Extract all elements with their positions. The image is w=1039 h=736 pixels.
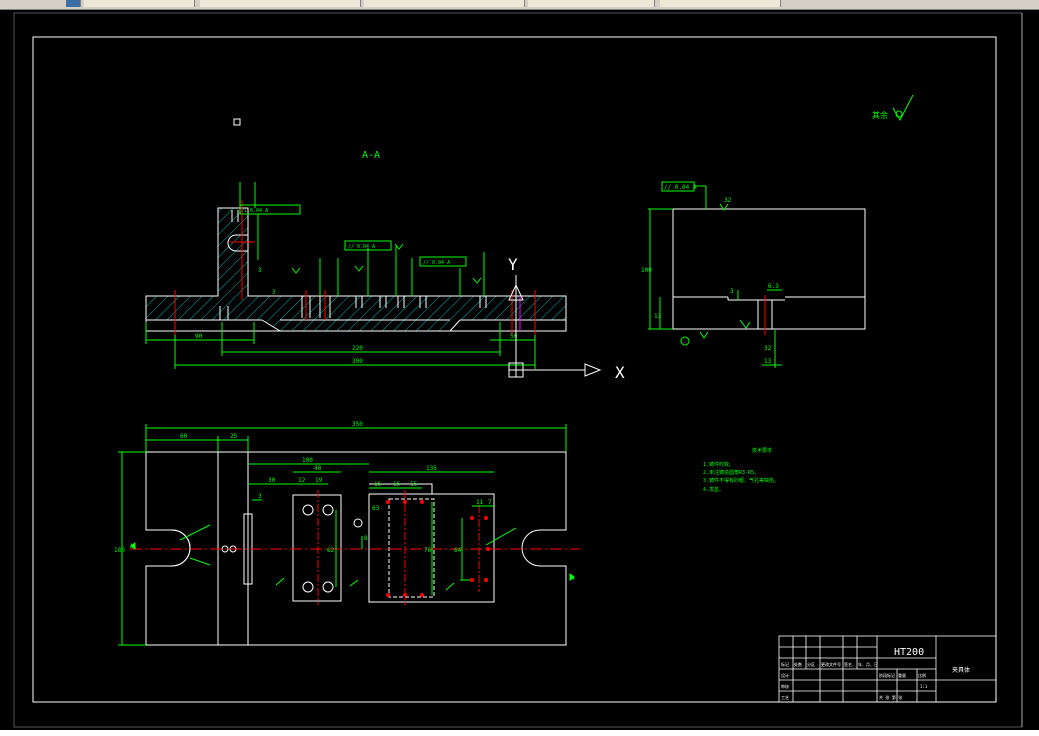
svg-text:分区: 分区 bbox=[807, 661, 815, 667]
svg-text:19: 19 bbox=[315, 477, 323, 484]
svg-text:X: X bbox=[615, 363, 625, 382]
app-icon[interactable] bbox=[66, 0, 81, 7]
svg-text:12: 12 bbox=[298, 477, 306, 484]
svg-text:⊥ 0.04 A: ⊥ 0.04 A bbox=[244, 208, 268, 214]
svg-text:其余: 其余 bbox=[872, 110, 888, 120]
toolbar-tab-5[interactable] bbox=[660, 0, 781, 7]
svg-text:// 0.04 A: // 0.04 A bbox=[423, 260, 450, 266]
toolbar-tab-1[interactable] bbox=[84, 0, 195, 7]
svg-text:90: 90 bbox=[195, 333, 203, 340]
svg-text:重量: 重量 bbox=[898, 672, 906, 678]
svg-text:A: A bbox=[130, 543, 134, 550]
svg-text:处数: 处数 bbox=[794, 661, 802, 667]
svg-text:A: A bbox=[571, 575, 575, 582]
toolbar-tab-4[interactable] bbox=[528, 0, 655, 7]
svg-text:2.未注铸造圆角R3-R5。: 2.未注铸造圆角R3-R5。 bbox=[703, 469, 759, 476]
svg-text:3: 3 bbox=[258, 267, 262, 274]
svg-text:300: 300 bbox=[352, 358, 363, 365]
svg-text:3: 3 bbox=[272, 289, 276, 296]
svg-text:比例: 比例 bbox=[918, 672, 926, 678]
svg-text:4.发蓝。: 4.发蓝。 bbox=[703, 486, 724, 493]
svg-text:63: 63 bbox=[372, 505, 380, 512]
svg-text:共 张 第 张: 共 张 第 张 bbox=[879, 694, 902, 700]
svg-text:3: 3 bbox=[258, 493, 262, 500]
toolbar-strip bbox=[0, 0, 1039, 10]
svg-text:25: 25 bbox=[230, 433, 238, 440]
svg-text:100: 100 bbox=[641, 267, 652, 274]
svg-text:// 0.04 A: // 0.04 A bbox=[664, 184, 697, 191]
svg-text:1:1: 1:1 bbox=[920, 684, 928, 689]
svg-text:设计: 设计 bbox=[781, 672, 789, 678]
svg-text:15: 15 bbox=[393, 481, 401, 488]
svg-text:15: 15 bbox=[410, 481, 418, 488]
svg-text:30: 30 bbox=[268, 477, 276, 484]
svg-text:11: 11 bbox=[476, 499, 484, 506]
svg-text:64: 64 bbox=[454, 547, 462, 554]
svg-text:135: 135 bbox=[426, 465, 437, 472]
svg-text:审核: 审核 bbox=[781, 683, 789, 689]
svg-text:15: 15 bbox=[374, 481, 382, 488]
svg-text:Y: Y bbox=[508, 255, 518, 274]
svg-text:13: 13 bbox=[654, 313, 662, 320]
svg-text:100: 100 bbox=[302, 457, 313, 464]
svg-text:8: 8 bbox=[364, 535, 368, 542]
svg-text:标记: 标记 bbox=[781, 661, 789, 667]
svg-text:32: 32 bbox=[724, 197, 732, 204]
svg-text:13: 13 bbox=[764, 358, 772, 365]
svg-text:6.3: 6.3 bbox=[768, 283, 779, 290]
svg-text:3.铸件不得有砂眼、气孔等缺陷。: 3.铸件不得有砂眼、气孔等缺陷。 bbox=[703, 477, 779, 484]
svg-text:76: 76 bbox=[424, 547, 432, 554]
tech-req-title: 技术要求 bbox=[752, 447, 772, 454]
svg-text:更改文件号: 更改文件号 bbox=[821, 661, 841, 667]
toolbar-tab-2[interactable] bbox=[200, 0, 361, 7]
svg-text:40: 40 bbox=[314, 465, 322, 472]
svg-text:3: 3 bbox=[730, 288, 734, 295]
svg-text:350: 350 bbox=[352, 421, 363, 428]
svg-text:工艺: 工艺 bbox=[781, 695, 789, 700]
part-name: 夹具体 bbox=[952, 666, 970, 674]
svg-text:62: 62 bbox=[327, 547, 335, 554]
command-line[interactable] bbox=[0, 730, 1039, 736]
svg-text:180: 180 bbox=[114, 547, 125, 554]
drawing-canvas[interactable]: 其余 A-A 90 220 300 50 3 3 ⊥ 0.04 A // 0.0… bbox=[0, 10, 1039, 730]
svg-text:// 0.04 A: // 0.04 A bbox=[348, 244, 375, 250]
svg-text:7: 7 bbox=[488, 499, 492, 506]
svg-text:1.铸件时效。: 1.铸件时效。 bbox=[703, 461, 734, 468]
svg-text:年、月、日: 年、月、日 bbox=[858, 661, 878, 667]
svg-text:60: 60 bbox=[180, 433, 188, 440]
toolbar-tab-3[interactable] bbox=[364, 0, 525, 7]
material-label: HT200 bbox=[894, 647, 924, 658]
svg-text:阶段标记: 阶段标记 bbox=[879, 672, 895, 678]
section-label: A-A bbox=[362, 150, 380, 161]
svg-text:220: 220 bbox=[352, 345, 363, 352]
svg-text:签名: 签名 bbox=[844, 661, 852, 667]
svg-text:32: 32 bbox=[764, 345, 772, 352]
